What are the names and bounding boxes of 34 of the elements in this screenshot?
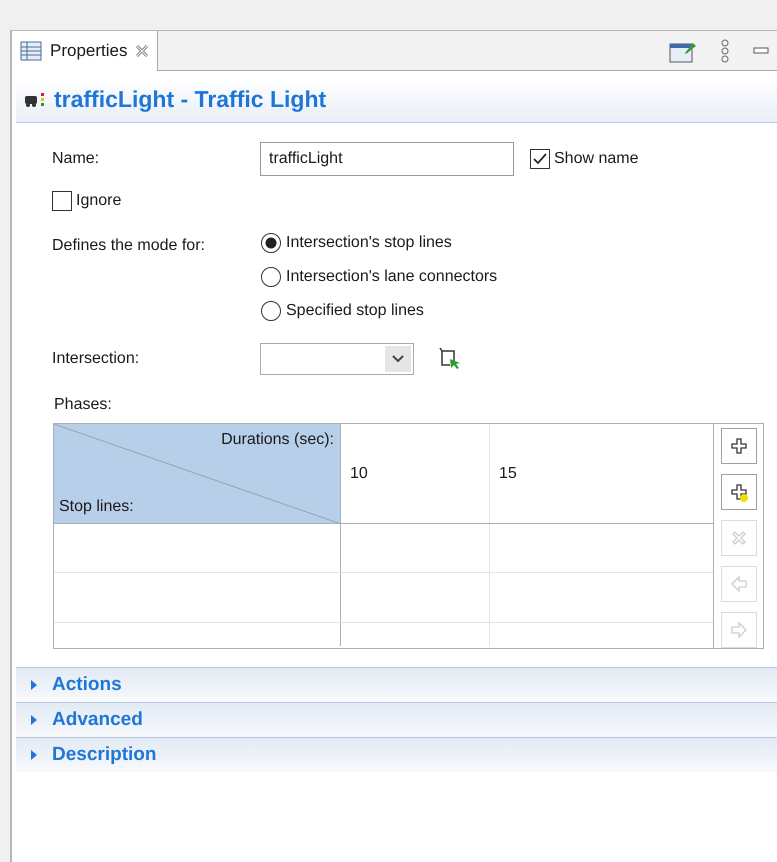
radio-option[interactable]: Intersection's lane connectors (260, 265, 498, 289)
traffic-light-icon (24, 92, 46, 108)
minimize-icon[interactable] (753, 47, 769, 55)
close-icon[interactable] (135, 44, 150, 58)
caret-icon (30, 749, 38, 761)
table-icon (20, 41, 42, 61)
section-header[interactable]: Advanced (16, 702, 777, 737)
plus-icon (728, 436, 748, 456)
add-button[interactable] (720, 428, 756, 464)
tab-label: Properties (50, 40, 128, 62)
section-header[interactable]: Description (16, 737, 777, 772)
field-label: Intersection: (52, 349, 140, 369)
field-label: Name: (52, 149, 100, 169)
more-icon[interactable] (721, 39, 729, 63)
row-heading: Stop lines: (59, 497, 134, 517)
section-header[interactable]: Actions (16, 667, 777, 702)
name-field[interactable]: trafficLight (260, 142, 514, 176)
table-cell-text: 15 (498, 464, 518, 484)
show-name-checkbox[interactable]: Show name (530, 147, 638, 171)
caret-icon (385, 346, 411, 372)
column-heading: Durations (sec): (221, 430, 334, 450)
left-arrow-icon (728, 574, 748, 594)
add-new-button[interactable] (720, 474, 756, 510)
table-cell: 10 (341, 424, 490, 523)
ignore-checkbox[interactable]: Ignore (52, 189, 122, 213)
field-label: Defines the mode for: (52, 236, 206, 256)
properties-tab[interactable]: Properties (12, 31, 158, 71)
caret-icon (30, 679, 38, 691)
caret-icon (30, 714, 38, 726)
radio-option[interactable]: Intersection's stop lines (260, 231, 498, 255)
section-label: Phases: (54, 395, 113, 415)
radio-option[interactable]: Specified stop lines (260, 299, 498, 323)
right-arrow-icon (728, 620, 748, 640)
header-title: trafficLight - Traffic Light (54, 85, 326, 114)
